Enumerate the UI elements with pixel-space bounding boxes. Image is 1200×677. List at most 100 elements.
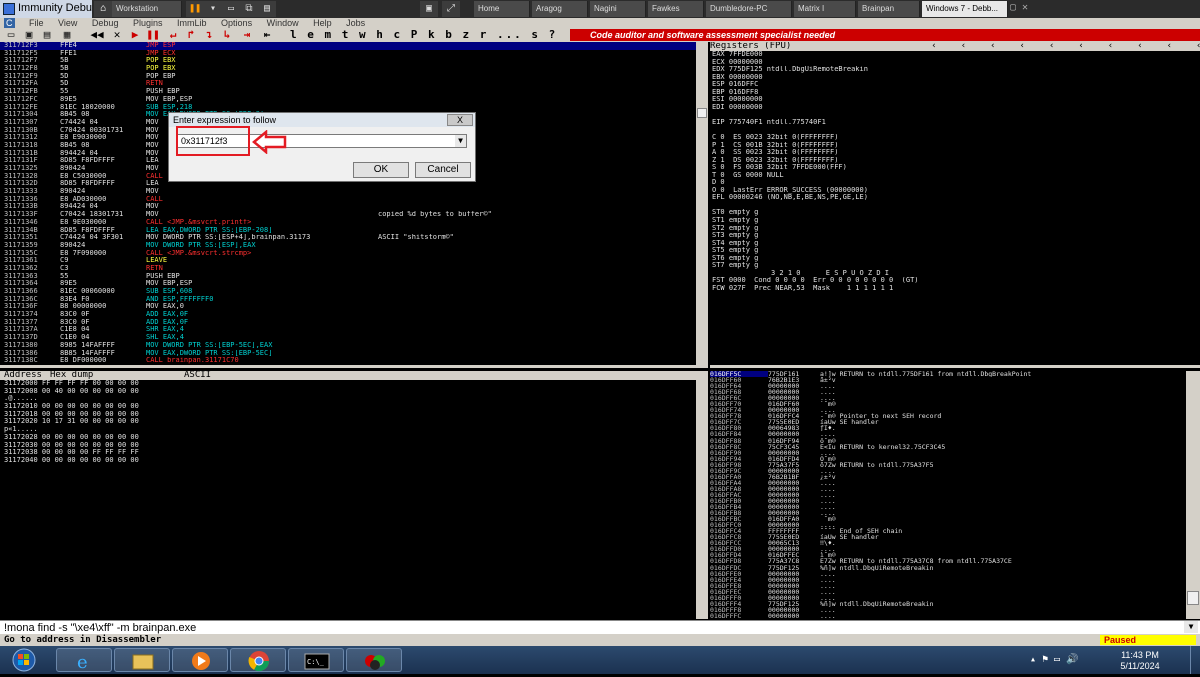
console-icon[interactable]: ▣ (420, 1, 438, 17)
open-icon[interactable]: ▭ (4, 29, 18, 41)
clock[interactable]: 11:43 PM 5/11/2024 (1110, 650, 1170, 672)
window-controls[interactable]: ▢ ✕ (1010, 2, 1100, 16)
window-shortcut-letters[interactable]: l e m t w h c P k b z r ... s ? (290, 29, 560, 41)
menu-jobs[interactable]: Jobs (346, 18, 365, 28)
menu-immlib[interactable]: ImmLib (177, 18, 207, 28)
disasm-row[interactable]: 3117138C E8 DF000000 CALL brainpan.31171C7… (0, 357, 696, 365)
menu-options[interactable]: Options (221, 18, 252, 28)
tray-icons[interactable]: ▴⚑▭🔊 (1030, 654, 1106, 668)
vm-tab-workstation[interactable]: Workstation (112, 1, 182, 17)
disasm-row[interactable]: 31171364 89E5 MOV EBP,ESP (0, 280, 696, 288)
dump-col-ascii[interactable]: ASCII (184, 371, 211, 380)
chevron-down-icon[interactable]: ▼ (455, 135, 466, 147)
vm-tab-fawkes[interactable]: Fawkes (648, 1, 704, 17)
vm-tab-aragog[interactable]: Aragog (532, 1, 588, 17)
disasm-row[interactable]: 311712FC 89E5 MOV EBP,ESP (0, 96, 696, 104)
step-over-icon[interactable]: ↱ (184, 29, 198, 41)
disasm-row[interactable]: 311712F7 5B POP EBX (0, 57, 696, 65)
disassembler-pane[interactable]: 311712F3 FFE4 JMP ESP 311712F5 FFE1 JMP ECX 31… (0, 42, 696, 368)
vm-icon-1[interactable]: ▭ (222, 1, 240, 17)
grid-icon[interactable]: ▤ (40, 29, 54, 41)
disasm-row[interactable]: 311712F9 5D POP EBP (0, 73, 696, 81)
pause-vm-icon[interactable]: ❚❚ (186, 1, 204, 17)
menu-window[interactable]: Window (267, 18, 299, 28)
menu-view[interactable]: View (58, 18, 77, 28)
close-process-icon[interactable]: ✕ (110, 29, 124, 41)
disasm-row[interactable]: 31171391E8 5A040000CALL brainpan.311717F… (0, 365, 696, 366)
disasm-row[interactable]: 3117137D C1E0 04 SHL EAX,4 (0, 334, 696, 342)
vm-tab-dumbledore[interactable]: Dumbledore-PC (706, 1, 792, 17)
home-icon[interactable]: ⌂ (94, 1, 112, 17)
vm-icon-2[interactable]: ⧉ (240, 1, 258, 17)
stack-pane[interactable]: 016DFF5C 775DF161 a!]w RETURN to ntdll.775… (710, 371, 1186, 619)
stack-scrollbar[interactable] (1186, 371, 1200, 619)
disasm-row[interactable]: 31171366 81EC 00060000 SUB ESP,608 (0, 288, 696, 296)
disasm-row[interactable]: 31171333 890424 MOV (0, 188, 696, 196)
ok-button[interactable]: OK (353, 162, 409, 178)
disasm-row[interactable]: 31171346 E8 9E030000 CALL <JMP.&msvcrt.pri… (0, 219, 696, 227)
cmd-icon[interactable]: C:\_ (288, 648, 344, 672)
trace-over-icon[interactable]: ↳ (220, 29, 234, 41)
disasm-row[interactable]: 31171336 E8 AD030000 CALL (0, 196, 696, 204)
dump-col-hex[interactable]: Hex dump (50, 371, 184, 380)
disasm-scrollbar[interactable] (696, 42, 708, 368)
vm-tab-matrix[interactable]: Matrix I (794, 1, 856, 17)
dump-scrollbar[interactable] (696, 371, 708, 619)
vm-tab-nagini[interactable]: Nagini (590, 1, 646, 17)
menu-file[interactable]: File (29, 18, 44, 28)
disasm-row[interactable]: 3117136C 83E4 F0 AND ESP,FFFFFFF0 (0, 296, 696, 304)
cancel-button[interactable]: Cancel (415, 162, 471, 178)
fullscreen-icon[interactable]: ⤢ (442, 1, 460, 17)
vm-tab-brainpan[interactable]: Brainpan (858, 1, 920, 17)
app-menu-icon[interactable]: C (4, 18, 15, 28)
trace-into-icon[interactable]: ↴ (202, 29, 216, 41)
chrome-icon[interactable] (230, 648, 286, 672)
disasm-row[interactable]: 3117133F C70424 18301731 MOV copied %d byte… (0, 211, 696, 219)
disasm-row[interactable]: 31171374 83C0 0F ADD EAX,0F (0, 311, 696, 319)
stack-row[interactable]: 016DFFFC 00000000.... (710, 613, 1186, 619)
vm-icon-3[interactable]: ▤ (258, 1, 276, 17)
registers-pane[interactable]: Registers (FPU) ‹‹‹‹‹‹‹‹‹‹ EAX 7FFDE000 EC… (710, 42, 1200, 368)
ad-banner[interactable]: Code auditor and software assessment spe… (570, 29, 1200, 41)
disasm-row[interactable]: 3117134B 8D85 F8FDFFFF LEA EAX,DWORD PTR S… (0, 227, 696, 235)
disasm-row[interactable]: 31171361 C9 LEAVE (0, 257, 696, 265)
pause-icon[interactable]: ❚❚ (146, 29, 160, 41)
disasm-row[interactable]: 311712FE 81EC 18020000 SUB ESP,218 (0, 104, 696, 112)
disasm-row[interactable]: 3117137A C1E8 04 SHR EAX,4 (0, 326, 696, 334)
layout-icon[interactable]: ▦ (60, 29, 74, 41)
disasm-row[interactable]: 31171359 890424 MOV DWORD PTR SS:[ESP],EAX (0, 242, 696, 250)
goto-icon[interactable]: ⇤ (260, 29, 274, 41)
disasm-row[interactable]: 3117135C E8 7F090000 CALL <JMP.&msvcrt.str… (0, 250, 696, 258)
dump-pane[interactable]: Address Hex dump ASCII 31172000 FF FF FF F… (0, 371, 696, 619)
disasm-row[interactable]: 31171380 8985 14FAFFFF MOV DWORD PTR SS:[E… (0, 342, 696, 350)
vm-tab-windows7[interactable]: Windows 7 - Debb... (922, 1, 1008, 17)
save-icon[interactable]: ▣ (22, 29, 36, 41)
vm-dropdown-icon[interactable]: ▾ (204, 1, 222, 17)
immunity-taskbar-icon[interactable] (346, 648, 402, 672)
disasm-row[interactable]: 311712F5 FFE1 JMP ECX (0, 50, 696, 58)
execute-till-return-icon[interactable]: ⇥ (240, 29, 254, 41)
disasm-row[interactable]: 31171386 8B85 14FAFFFF MOV EAX,DWORD PTR S… (0, 350, 696, 358)
disasm-row[interactable]: 311712FB 55 PUSH EBP (0, 88, 696, 96)
command-dropdown-icon[interactable]: ▼ (1184, 621, 1198, 633)
start-button[interactable] (4, 648, 44, 672)
show-desktop-button[interactable] (1190, 646, 1200, 674)
menu-plugins[interactable]: Plugins (133, 18, 163, 28)
dump-col-address[interactable]: Address (0, 371, 50, 380)
menu-debug[interactable]: Debug (92, 18, 119, 28)
disasm-row[interactable]: 311712F8 5B POP EBX (0, 65, 696, 73)
step-into-icon[interactable]: ↵ (166, 29, 180, 41)
disasm-row[interactable]: 3117136F B8 00000000 MOV EAX,0 (0, 303, 696, 311)
explorer-icon[interactable] (114, 648, 170, 672)
media-player-icon[interactable] (172, 648, 228, 672)
menu-help[interactable]: Help (313, 18, 332, 28)
disasm-row[interactable]: 311712FA 5D RETN (0, 80, 696, 88)
command-input[interactable]: !mona find -s "\xe4\xff" -m brainpan.exe (0, 620, 1200, 634)
dialog-close-button[interactable]: X (447, 114, 473, 126)
disasm-row[interactable]: 31171362 C3 RETN (0, 265, 696, 273)
vm-tab-home[interactable]: Home (474, 1, 530, 17)
disasm-row[interactable]: 31171377 83C0 0F ADD EAX,0F (0, 319, 696, 327)
disasm-row[interactable]: 31171351 C74424 04 3F301 MOV DWORD PTR SS:… (0, 234, 696, 242)
run-icon[interactable]: ▶ (128, 29, 142, 41)
disasm-row[interactable]: 311712F3 FFE4 JMP ESP (0, 42, 696, 50)
